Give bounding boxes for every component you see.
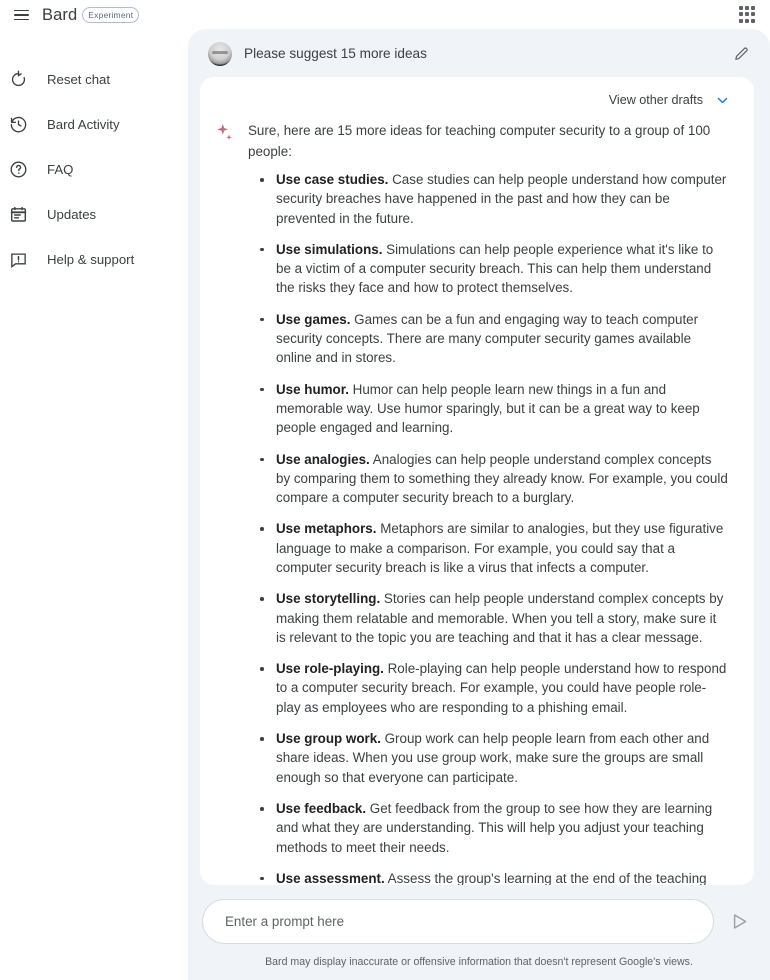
ideas-list: Use case studies. Case studies can help … <box>248 170 728 885</box>
sparkle-icon <box>214 120 236 885</box>
idea-title: Use storytelling. <box>276 591 381 607</box>
send-icon[interactable] <box>724 907 754 937</box>
list-item: Use feedback. Get feedback from the grou… <box>248 799 728 857</box>
disclaimer-text: Bard may display inaccurate or offensive… <box>265 956 693 968</box>
help-icon <box>8 159 29 180</box>
list-item: Use storytelling. Stories can help peopl… <box>248 589 728 647</box>
apps-grid-icon[interactable] <box>736 3 758 25</box>
sidebar-item-faq[interactable]: FAQ <box>0 147 178 192</box>
status-badge: Experiment <box>82 7 140 23</box>
idea-title: Use metaphors. <box>276 521 377 537</box>
response-text-block: Sure, here are 15 more ideas for teachin… <box>248 120 728 885</box>
page-title: Bard Experiment <box>42 5 140 25</box>
idea-title: Use feedback. <box>276 800 367 816</box>
list-item: Use assessment. Assess the group's learn… <box>248 869 728 885</box>
response-card: View other drafts Sure, here are 15 more… <box>200 76 754 885</box>
idea-title: Use group work. <box>276 731 381 747</box>
view-other-drafts-button[interactable]: View other drafts <box>605 89 734 112</box>
idea-title: Use games. <box>276 311 351 327</box>
prompt-input[interactable] <box>225 914 691 929</box>
sidebar-header: Bard Experiment <box>0 0 188 30</box>
sidebar-item-help-support[interactable]: Help & support <box>0 237 178 282</box>
list-item: Use humor. Humor can help people learn n… <box>248 380 728 438</box>
brand-label: Bard <box>42 5 78 24</box>
main-area: Please suggest 15 more ideas View other … <box>188 0 770 980</box>
sidebar: Bard Experiment Reset chat Bard Activity… <box>0 0 188 980</box>
history-icon <box>8 114 29 135</box>
sidebar-item-label: Updates <box>47 207 97 222</box>
sidebar-item-label: FAQ <box>47 162 74 177</box>
idea-title: Use case studies. <box>276 171 389 187</box>
list-item: Use role-playing. Role-playing can help … <box>248 659 728 717</box>
sidebar-nav: Reset chat Bard Activity FAQ Updates Hel… <box>0 57 188 282</box>
idea-title: Use analogies. <box>276 451 370 467</box>
bard-app: Bard Experiment Reset chat Bard Activity… <box>0 0 770 980</box>
list-item: Use simulations. Simulations can help pe… <box>248 240 728 298</box>
avatar <box>208 41 232 66</box>
sidebar-item-bard-activity[interactable]: Bard Activity <box>0 102 178 147</box>
view-other-drafts-label: View other drafts <box>608 93 703 108</box>
feedback-icon <box>8 249 29 270</box>
calendar-icon <box>8 204 29 225</box>
sidebar-item-updates[interactable]: Updates <box>0 192 178 237</box>
sidebar-item-label: Reset chat <box>47 72 111 87</box>
idea-title: Use humor. <box>276 381 349 397</box>
prompt-input-container[interactable] <box>202 899 714 944</box>
reset-icon <box>8 69 29 90</box>
list-item: Use analogies. Analogies can help people… <box>248 450 728 508</box>
drafts-row: View other drafts <box>200 77 754 114</box>
sidebar-item-label: Help & support <box>47 252 135 267</box>
idea-title: Use assessment. <box>276 870 385 885</box>
response-intro: Sure, here are 15 more ideas for teachin… <box>248 122 711 159</box>
hamburger-icon[interactable] <box>8 2 34 28</box>
list-item: Use metaphors. Metaphors are similar to … <box>248 519 728 577</box>
composer <box>188 885 770 950</box>
idea-title: Use role-playing. <box>276 661 384 677</box>
user-prompt-text: Please suggest 15 more ideas <box>244 45 427 61</box>
chevron-down-icon <box>715 93 730 108</box>
user-prompt-row: Please suggest 15 more ideas <box>188 29 770 77</box>
sidebar-item-reset-chat[interactable]: Reset chat <box>0 57 178 102</box>
idea-title: Use simulations. <box>276 241 383 257</box>
top-bar <box>188 0 770 29</box>
sidebar-item-label: Bard Activity <box>47 117 120 132</box>
chat-container: Please suggest 15 more ideas View other … <box>188 28 770 980</box>
list-item: Use games. Games can be a fun and engagi… <box>248 310 728 368</box>
list-item: Use case studies. Case studies can help … <box>248 170 728 228</box>
pencil-icon[interactable] <box>728 41 754 67</box>
response-body: Sure, here are 15 more ideas for teachin… <box>200 114 754 885</box>
list-item: Use group work. Group work can help peop… <box>248 729 728 787</box>
